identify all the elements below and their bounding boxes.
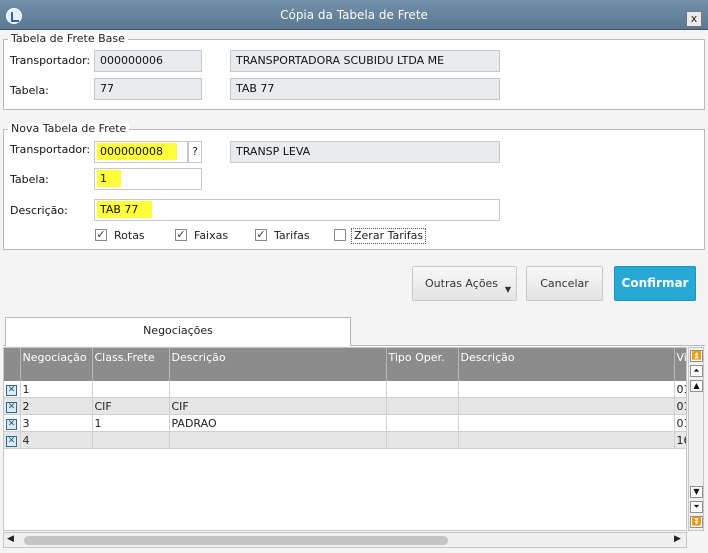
table-cell[interactable] — [458, 381, 675, 398]
column-header[interactable]: Vi — [674, 348, 686, 381]
column-header[interactable]: Descrição — [169, 348, 387, 381]
window-title: Cópia da Tabela de Frete — [280, 8, 428, 22]
table-cell[interactable]: PADRAO — [169, 414, 387, 432]
table-cell[interactable]: 1 — [92, 414, 170, 432]
table-cell[interactable]: 4 — [20, 431, 93, 449]
table-row[interactable]: ✕ 2 CIF CIF 01 — [4, 397, 686, 415]
faixas-checkbox[interactable]: ✓ — [175, 229, 187, 241]
highlighted-value: 000000008 — [97, 143, 177, 160]
row-select-cell[interactable]: ✕ — [4, 431, 21, 449]
nova-transportador-label: Transportador: — [10, 143, 91, 156]
table-cell[interactable] — [458, 414, 675, 432]
nova-transportador-code-field[interactable]: 000000008 — [94, 141, 188, 163]
row-check-icon[interactable]: ✕ — [6, 419, 17, 430]
zerar-tarifas-checkbox[interactable] — [334, 229, 346, 241]
tarifas-label: Tarifas — [274, 229, 310, 242]
table-cell[interactable] — [169, 381, 387, 398]
table-cell[interactable]: 01 — [674, 414, 686, 432]
close-button[interactable]: x — [686, 11, 702, 27]
transportador-lookup-button[interactable]: ? — [188, 141, 202, 163]
scroll-down-icon[interactable]: ▼ — [690, 486, 703, 498]
base-tabela-desc-field[interactable]: TAB 77 — [230, 78, 500, 100]
page-up-icon[interactable]: ⏶ — [690, 365, 703, 377]
base-tabela-label: Tabela: — [10, 84, 49, 97]
row-check-icon[interactable]: ✕ — [6, 385, 17, 396]
rotas-checkbox[interactable]: ✓ — [95, 229, 107, 241]
nova-descricao-label: Descrição: — [10, 204, 68, 217]
cancel-button[interactable]: Cancelar — [526, 266, 603, 301]
row-select-cell[interactable]: ✕ — [4, 381, 21, 398]
row-select-cell[interactable]: ✕ — [4, 414, 21, 432]
table-cell[interactable]: CIF — [169, 397, 387, 415]
table-cell[interactable] — [386, 381, 459, 398]
table-cell[interactable] — [386, 414, 459, 432]
outras-acoes-label: Outras Ações — [425, 277, 499, 290]
horizontal-scroll-thumb[interactable] — [24, 536, 448, 545]
table-row[interactable]: ✕ 4 16 — [4, 431, 686, 449]
scroll-up-icon[interactable]: ▲ — [690, 380, 703, 392]
rotas-label: Rotas — [114, 229, 145, 242]
table-cell[interactable] — [169, 431, 387, 449]
faixas-label: Faixas — [194, 229, 229, 242]
highlighted-value: 1 — [97, 170, 121, 187]
table-cell[interactable]: 01 — [674, 397, 686, 415]
grid-header-row: Negociação Class.Frete Descrição Tipo Op… — [4, 348, 686, 381]
confirm-button[interactable]: Confirmar — [614, 266, 696, 301]
column-header[interactable]: Negociação — [20, 348, 93, 381]
table-row[interactable]: ✕ 3 1 PADRAO 01 — [4, 414, 686, 432]
base-transportador-label: Transportador: — [10, 54, 91, 67]
base-transportador-name-field[interactable]: TRANSPORTADORA SCUBIDU LTDA ME — [230, 50, 500, 72]
table-cell[interactable] — [92, 381, 170, 398]
scroll-top-icon[interactable]: ⏫ — [690, 350, 703, 362]
base-transportador-code-field[interactable]: 000000006 — [94, 50, 202, 72]
base-group-legend: Tabela de Frete Base — [8, 33, 128, 45]
table-cell[interactable]: 01 — [674, 381, 686, 398]
horizontal-scrollbar[interactable]: ◀ ▶ — [3, 532, 687, 548]
nova-group-legend: Nova Tabela de Frete — [8, 123, 130, 135]
nova-tabela-label: Tabela: — [10, 173, 49, 186]
table-cell[interactable]: 1 — [20, 381, 93, 398]
tarifas-checkbox[interactable]: ✓ — [255, 229, 267, 241]
row-select-cell[interactable]: ✕ — [4, 397, 21, 415]
table-cell[interactable] — [386, 397, 459, 415]
zerar-tarifas-label: Zerar Tarifas — [351, 228, 427, 244]
chevron-down-icon: ▼ — [504, 285, 511, 294]
table-cell[interactable] — [386, 431, 459, 449]
nova-descricao-field[interactable]: TAB 77 — [94, 199, 500, 221]
column-header[interactable]: Descrição — [458, 348, 675, 381]
tab-negociacoes[interactable]: Negociações — [5, 317, 351, 346]
table-cell[interactable]: 2 — [20, 397, 93, 415]
table-cell[interactable]: CIF — [92, 397, 170, 415]
vertical-scrollbar[interactable]: ⏫ ⏶ ▲ ▼ ⏷ ⏬ — [688, 347, 704, 531]
scroll-left-icon[interactable]: ◀ — [7, 534, 14, 544]
select-column-header — [4, 348, 21, 381]
scroll-bottom-icon[interactable]: ⏬ — [690, 516, 703, 528]
column-header[interactable]: Class.Frete — [92, 348, 170, 381]
table-row[interactable]: ✕ 1 01 — [4, 381, 686, 398]
table-cell[interactable] — [92, 431, 170, 449]
negociacoes-grid: Negociação Class.Frete Descrição Tipo Op… — [3, 347, 687, 531]
scroll-right-icon[interactable]: ▶ — [674, 534, 681, 544]
outras-acoes-button[interactable]: Outras Ações ▼ — [412, 266, 517, 301]
nova-transportador-name-field[interactable]: TRANSP LEVA — [230, 141, 500, 163]
highlighted-value: TAB 77 — [97, 201, 153, 218]
row-check-icon[interactable]: ✕ — [6, 402, 17, 413]
table-cell[interactable]: 3 — [20, 414, 93, 432]
nova-tabela-code-field[interactable]: 1 — [94, 168, 202, 190]
row-check-icon[interactable]: ✕ — [6, 436, 17, 447]
column-header[interactable]: Tipo Oper. — [386, 348, 459, 381]
page-down-icon[interactable]: ⏷ — [690, 501, 703, 513]
base-tabela-code-field[interactable]: 77 — [94, 78, 202, 100]
table-cell[interactable] — [458, 431, 675, 449]
table-cell[interactable]: 16 — [674, 431, 686, 449]
table-cell[interactable] — [458, 397, 675, 415]
